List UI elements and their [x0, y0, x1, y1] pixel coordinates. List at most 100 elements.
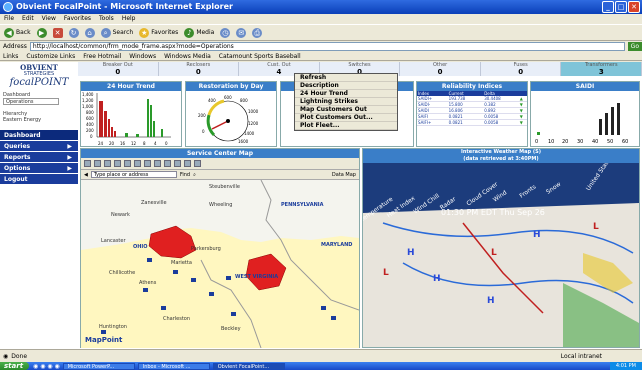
sidebar: Dashboard Operations Hierarchy Eastern E…	[0, 88, 78, 349]
task-focalpoint[interactable]: Obvient FocalPoint...	[212, 362, 285, 370]
task-inbox[interactable]: Inbox - Microsoft ...	[137, 362, 210, 370]
link-hotmail[interactable]: Free Hotmail	[83, 52, 121, 60]
map-tool-icon[interactable]	[104, 160, 111, 167]
service-map[interactable]: Steubenville Newark Zanesville Wheeling …	[81, 179, 360, 349]
map-find-input[interactable]: Type place or address	[90, 171, 177, 178]
map-tool-icon[interactable]	[194, 160, 201, 167]
low-pressure-label: L	[383, 268, 389, 278]
nav-dashboard[interactable]: Dashboard	[0, 130, 78, 141]
svg-text:1200: 1200	[248, 121, 259, 126]
ctx-map-customers[interactable]: Map Customers Out	[295, 106, 397, 114]
nav-reports[interactable]: Reports ▶	[0, 152, 78, 163]
nav-queries[interactable]: Queries ▶	[0, 141, 78, 152]
map-tool-icon[interactable]	[164, 160, 171, 167]
link-catamount[interactable]: Catamount Sports Baseball	[219, 52, 301, 60]
toolbar: ◀ Back ▶ ✕ ↻ ⌂ ⌕ Search ★ Favorites ♪ Media …	[0, 24, 642, 41]
truck-icon	[321, 306, 326, 310]
status-zone: Local intranet	[560, 352, 602, 360]
map-find-button[interactable]: Find	[180, 172, 190, 178]
maximize-button[interactable]: □	[615, 1, 627, 13]
ctx-trend[interactable]: 24 Hour Trend	[295, 90, 397, 98]
trend-title: 24 Hour Trend	[81, 82, 181, 91]
summary-fuses[interactable]: Fuses 0	[480, 62, 562, 76]
mail-button[interactable]: ✉	[236, 27, 247, 38]
weather-map[interactable]: H L H L H H L Temperature Heat Index Win…	[358, 155, 639, 347]
menu-tools[interactable]: Tools	[99, 14, 114, 24]
svg-text:Lancaster: Lancaster	[101, 238, 126, 244]
nav-options[interactable]: Options ▶	[0, 163, 78, 174]
summary-breaker[interactable]: Breaker Out 0	[78, 62, 159, 76]
nav-logout[interactable]: Logout	[0, 174, 78, 185]
trend-bar	[136, 134, 139, 137]
menu-help[interactable]: Help	[122, 14, 136, 24]
summary-transformers[interactable]: Transformers 3	[561, 62, 642, 76]
address-input[interactable]: http://localhost/common/frm_mode_frame.a…	[29, 42, 625, 51]
start-button[interactable]: start	[0, 362, 30, 370]
quicklaunch-icons[interactable]: ◉ ◉ ◉ ◉	[33, 363, 60, 370]
print-button[interactable]: ⎙	[252, 27, 263, 38]
map-tool-icon[interactable]	[174, 160, 181, 167]
trend-ytick: 1,000	[82, 104, 94, 109]
menu-file[interactable]: File	[4, 14, 14, 24]
ie-icon	[3, 2, 13, 12]
map-tool-icon[interactable]	[94, 160, 101, 167]
dashboard-select[interactable]: Operations	[3, 98, 59, 105]
high-pressure-label: H	[433, 274, 441, 284]
hierarchy-value[interactable]: Eastern Energy	[3, 117, 75, 123]
map-tool-icon[interactable]	[114, 160, 121, 167]
refresh-button[interactable]: ↻	[68, 27, 79, 38]
link-customize[interactable]: Customize Links	[26, 52, 75, 60]
refresh-icon: ↻	[68, 27, 79, 38]
task-powerpoint[interactable]: Microsoft PowerP...	[62, 362, 135, 370]
history-icon: ◷	[220, 27, 231, 38]
truck-icon	[147, 258, 152, 262]
ctx-plot-customers[interactable]: Plot Customers Out...	[295, 114, 397, 122]
svg-text:MARYLAND: MARYLAND	[321, 242, 352, 248]
close-button[interactable]: ✕	[628, 1, 640, 13]
stop-button[interactable]: ✕	[52, 27, 63, 38]
summary-reclosers[interactable]: Reclosers 0	[158, 62, 240, 76]
map-tool-icon[interactable]	[154, 160, 161, 167]
map-tool-icon[interactable]	[134, 160, 141, 167]
back-button[interactable]: ◀ Back	[4, 27, 31, 38]
media-button[interactable]: ♪ Media	[184, 27, 214, 38]
search-button[interactable]: ⌕ Search	[100, 27, 133, 38]
zoom-icon[interactable]: ⌕	[193, 172, 196, 178]
truck-icon	[331, 316, 336, 320]
home-button[interactable]: ⌂	[84, 27, 95, 38]
svg-text:PENNSYLVANIA: PENNSYLVANIA	[281, 202, 324, 208]
map-tool-icon[interactable]	[144, 160, 151, 167]
data-map-button[interactable]: Data Map	[332, 172, 356, 178]
restoration-gauge: 400 600 800 1000 1200 1400 1600 200 0	[198, 95, 259, 144]
svg-text:WEST VIRGINIA: WEST VIRGINIA	[235, 274, 278, 280]
minimize-button[interactable]: _	[602, 1, 614, 13]
map-tool-icon[interactable]	[184, 160, 191, 167]
svg-text:1000: 1000	[248, 109, 259, 114]
trend-xtick: 12	[131, 141, 137, 146]
go-button[interactable]: Go	[627, 42, 642, 51]
summary-other[interactable]: Other 0	[400, 62, 481, 76]
ctx-refresh[interactable]: Refresh	[295, 74, 397, 82]
restoration-panel: Restoration by Day 400 600 800 1000 1200…	[185, 81, 277, 147]
ctx-plot-fleet[interactable]: Plot Fleet...	[295, 122, 397, 130]
map-tool-icon[interactable]	[124, 160, 131, 167]
trend-ytick: 600	[86, 116, 94, 121]
menu-favorites[interactable]: Favorites	[64, 14, 91, 24]
svg-text:OHIO: OHIO	[133, 244, 148, 250]
ctx-lightning[interactable]: Lightning Strikes	[295, 98, 397, 106]
ctx-description[interactable]: Description	[295, 82, 397, 90]
map-back-icon[interactable]: ◀	[84, 172, 88, 178]
menu-view[interactable]: View	[42, 14, 56, 24]
svg-text:Athens: Athens	[139, 280, 157, 286]
history-button[interactable]: ◷	[220, 27, 231, 38]
forward-button[interactable]: ▶	[36, 27, 47, 38]
clock: 4:01 PM	[615, 363, 636, 369]
menu-edit[interactable]: Edit	[22, 14, 34, 24]
link-windows-media[interactable]: Windows Media	[164, 52, 211, 60]
favorites-button[interactable]: ★ Favorites	[139, 27, 178, 38]
link-windows[interactable]: Windows	[129, 52, 156, 60]
map-tool-icon[interactable]	[84, 160, 91, 167]
svg-text:0: 0	[535, 139, 538, 145]
weather-panel: Interactive Weather Map (S) (data retrie…	[358, 148, 640, 348]
star-icon: ★	[139, 27, 150, 38]
